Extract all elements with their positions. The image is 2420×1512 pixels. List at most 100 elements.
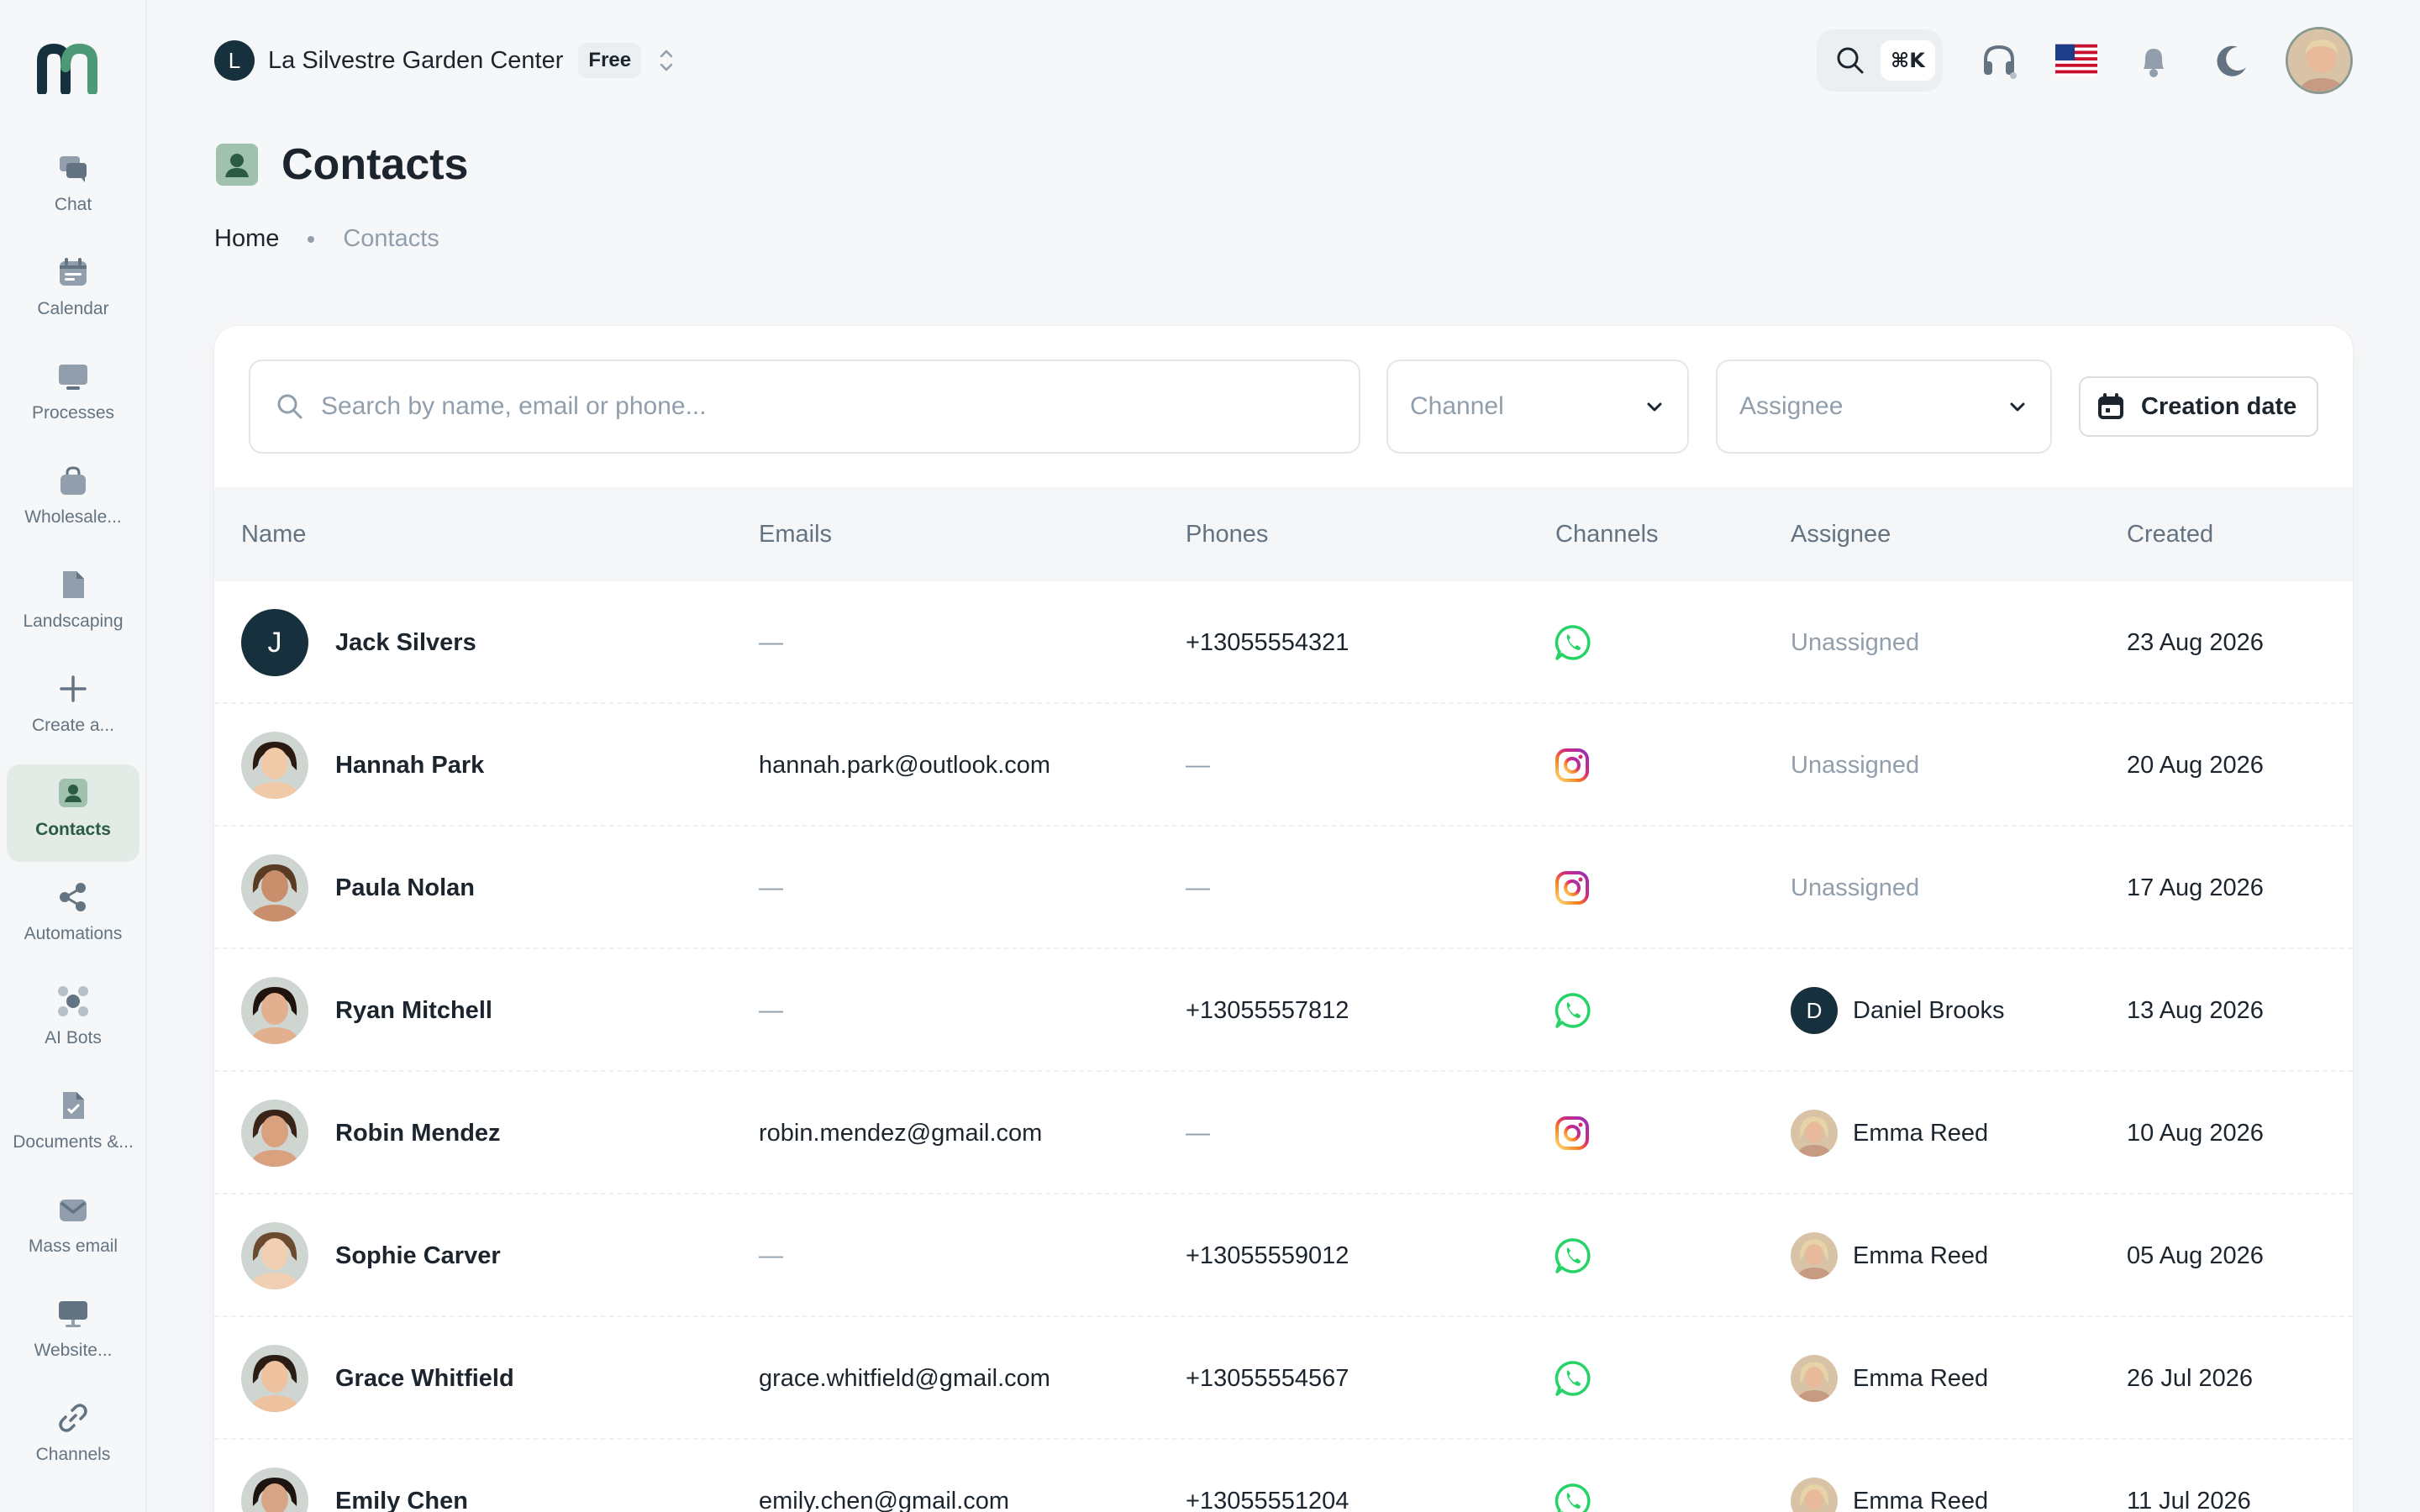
sidebar-item-calendar[interactable]: Calendar (7, 244, 139, 341)
global-search-button[interactable]: ⌘K (1817, 29, 1943, 92)
sidebar: Chat Calendar Processes Wholesale... Landsca… (0, 0, 147, 1512)
bell-icon[interactable] (2133, 39, 2175, 81)
table-row[interactable]: Robin Mendez robin.mendez@gmail.com — Emma … (214, 1072, 2353, 1194)
sidebar-item-documents[interactable]: Documents &... (7, 1077, 139, 1174)
mail-icon (55, 1191, 92, 1228)
creation-date-button[interactable]: Creation date (2079, 376, 2318, 437)
table-row[interactable]: Paula Nolan — — Unassigned 17 Aug 2026 (214, 827, 2353, 949)
sidebar-item-channels[interactable]: Channels (7, 1389, 139, 1487)
contact-name-cell: Sophie Carver (241, 1194, 501, 1317)
table-row[interactable]: Ryan Mitchell — +13055557812 D Daniel Brooks… (214, 949, 2353, 1072)
moon-icon[interactable] (2210, 39, 2252, 81)
contact-created-date: 10 Aug 2026 (2127, 1119, 2264, 1147)
table-row[interactable]: Grace Whitfield grace.whitfield@gmail.com… (214, 1317, 2353, 1440)
contact-email: emily.chen@gmail.com (759, 1487, 1010, 1512)
sidebar-item-label: Documents &... (13, 1132, 134, 1152)
table-row[interactable]: J Jack Silvers — +13055554321 Unassigned 23 A… (214, 581, 2353, 704)
contact-assignee-cell: Emma Reed (1791, 1317, 1988, 1440)
contact-name-cell: Paula Nolan (241, 827, 475, 949)
contact-created-date: 13 Aug 2026 (2127, 996, 2264, 1024)
contact-created-date: 20 Aug 2026 (2127, 751, 2264, 779)
column-header-emails[interactable]: Emails (759, 521, 832, 549)
contact-avatar (241, 854, 308, 921)
contact-created-date: 17 Aug 2026 (2127, 874, 2264, 901)
contact-name[interactable]: Paula Nolan (335, 874, 475, 902)
contact-name-cell: Ryan Mitchell (241, 949, 492, 1072)
contact-name[interactable]: Emily Chen (335, 1488, 468, 1512)
sidebar-item-label: Website... (34, 1341, 113, 1360)
instagram-icon (1554, 747, 1591, 784)
sidebar-item-automations[interactable]: Automations (7, 869, 139, 966)
user-avatar[interactable] (2286, 27, 2353, 94)
contact-assignee-cell: D Daniel Brooks (1791, 949, 2005, 1072)
contact-name[interactable]: Ryan Mitchell (335, 997, 492, 1025)
column-header-phones[interactable]: Phones (1186, 521, 1268, 549)
column-header-assignee[interactable]: Assignee (1791, 521, 1891, 549)
assignee-avatar (1791, 1478, 1838, 1512)
headset-icon[interactable] (1978, 39, 2020, 81)
column-header-name[interactable]: Name (241, 521, 306, 549)
contact-name[interactable]: Jack Silvers (335, 629, 476, 657)
assignee-name: Emma Reed (1853, 1487, 1989, 1512)
filter-bar: Search by name, email or phone... Channe… (214, 326, 2353, 487)
contact-phone: — (1186, 751, 1210, 779)
bot-icon (55, 983, 92, 1020)
calendar-icon (55, 254, 92, 291)
contact-created-date: 11 Jul 2026 (2127, 1487, 2251, 1512)
instagram-icon (1554, 869, 1591, 906)
contact-name-cell: Hannah Park (241, 704, 484, 827)
contact-phone: — (1186, 874, 1210, 901)
sidebar-item-label: AI Bots (45, 1028, 102, 1047)
breadcrumb-current: Contacts (343, 225, 439, 252)
breadcrumb-home-link[interactable]: Home (214, 225, 279, 253)
assignee-unassigned: Unassigned (1791, 751, 1920, 779)
share-icon (55, 879, 92, 916)
brand-logo-icon[interactable] (37, 42, 109, 94)
chevron-up-down-icon[interactable] (655, 44, 678, 77)
sidebar-item-wholesale[interactable]: Wholesale... (7, 452, 139, 549)
contact-email: hannah.park@outlook.com (759, 751, 1051, 779)
page-header: Contacts (214, 139, 468, 190)
contact-assignee-cell: Emma Reed (1791, 1194, 1988, 1317)
sidebar-item-mass-email[interactable]: Mass email (7, 1181, 139, 1278)
sidebar-item-create-a[interactable]: Create a... (7, 660, 139, 758)
sidebar-item-label: Mass email (28, 1236, 118, 1256)
contact-name-cell: Emily Chen (241, 1440, 468, 1512)
file-icon (55, 566, 92, 603)
sidebar-item-chat[interactable]: Chat (7, 139, 139, 237)
sidebar-item-contacts[interactable]: Contacts (7, 764, 139, 862)
contact-email: — (759, 628, 783, 656)
column-header-channels[interactable]: Channels (1555, 521, 1659, 549)
contact-name[interactable]: Sophie Carver (335, 1242, 501, 1270)
sidebar-item-ai-bots[interactable]: AI Bots (7, 973, 139, 1070)
contact-channel-cell (1554, 1194, 1592, 1317)
contact-name-cell: Robin Mendez (241, 1072, 501, 1194)
contact-name[interactable]: Hannah Park (335, 752, 484, 780)
sidebar-item-label: Chat (54, 195, 92, 214)
search-input[interactable]: Search by name, email or phone... (249, 360, 1360, 454)
contacts-card: Search by name, email or phone... Channe… (214, 326, 2353, 1512)
contact-avatar (241, 1100, 308, 1167)
contact-name[interactable]: Robin Mendez (335, 1120, 501, 1147)
table-row[interactable]: Emily Chen emily.chen@gmail.com +130555512… (214, 1440, 2353, 1512)
table-row[interactable]: Hannah Park hannah.park@outlook.com — Unass… (214, 704, 2353, 827)
org-switcher[interactable]: L La Silvestre Garden Center Free (214, 40, 678, 81)
sidebar-item-website[interactable]: Website... (7, 1285, 139, 1383)
contact-assignee-cell: Unassigned (1791, 704, 1919, 827)
sidebar-item-label: Channels (35, 1445, 111, 1464)
us-flag-icon[interactable] (2055, 39, 2097, 81)
contact-name[interactable]: Grace Whitfield (335, 1365, 514, 1393)
org-name: La Silvestre Garden Center (268, 46, 564, 74)
assignee-select[interactable]: Assignee (1716, 360, 2052, 454)
sidebar-item-landscaping[interactable]: Landscaping (7, 556, 139, 654)
contact-assignee-cell: Emma Reed (1791, 1440, 1988, 1512)
contact-created-date: 05 Aug 2026 (2127, 1242, 2264, 1269)
breadcrumb-separator (308, 235, 315, 243)
table-row[interactable]: Sophie Carver — +13055559012 Emma Reed 05 Au… (214, 1194, 2353, 1317)
sidebar-item-processes[interactable]: Processes (7, 348, 139, 445)
column-header-created[interactable]: Created (2127, 521, 2213, 549)
channel-select-placeholder: Channel (1410, 392, 1504, 420)
channel-select[interactable]: Channel (1386, 360, 1689, 454)
app-root: Chat Calendar Processes Wholesale... Landsca… (0, 0, 2420, 1512)
contact-assignee-cell: Unassigned (1791, 827, 1919, 949)
